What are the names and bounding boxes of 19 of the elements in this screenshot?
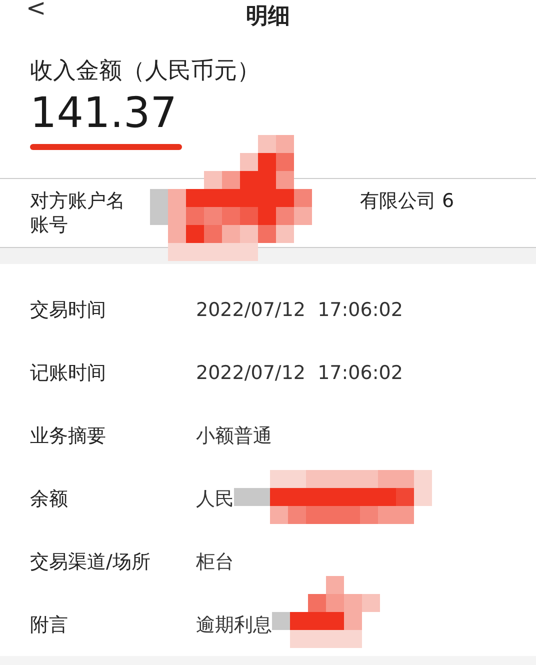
field-value: 有限公司 6 [360, 189, 454, 214]
field-label: 交易渠道/场所 [30, 550, 152, 574]
back-button[interactable]: < [26, 0, 46, 20]
field-value: 人民 [196, 488, 234, 510]
field-label: 交易时间 [30, 298, 107, 322]
field-label: 业务摘要 [30, 424, 107, 448]
field-value: 柜台 [196, 550, 234, 572]
field-value: 2022/07/12 17:06:02 [196, 298, 403, 320]
field-value: 2022/07/12 17:06:02 [196, 362, 403, 384]
field-label: 记账时间 [30, 360, 107, 386]
field-label: 余额 [30, 486, 69, 512]
field-label: 附言 [30, 612, 69, 638]
field-value: 逾期利息 [196, 614, 272, 636]
field-label: 对方账户名 [30, 189, 125, 213]
amount-value: 141.37 [30, 88, 178, 138]
field-label: 账号 [30, 213, 69, 237]
page-title: 明细 [246, 4, 290, 30]
amount-label: 收入金额（人民币元） [30, 57, 261, 86]
field-value: 小额普通 [196, 424, 272, 446]
